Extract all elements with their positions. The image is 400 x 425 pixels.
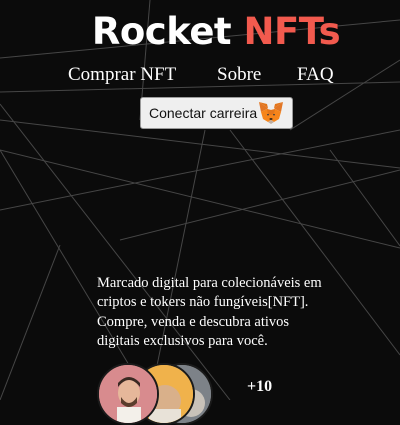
more-collectors-count: +10: [247, 378, 273, 395]
nav-item-comprar-nft[interactable]: Comprar NFT: [68, 64, 176, 86]
metamask-fox-icon: [258, 101, 284, 125]
collector-avatars: [97, 363, 247, 425]
connect-wallet-button[interactable]: Conectar carreira: [140, 97, 293, 129]
site-logo[interactable]: Rocket NFTs: [0, 10, 400, 53]
nav-item-sobre[interactable]: Sobre: [217, 64, 261, 86]
connect-wallet-label: Conectar carreira: [149, 105, 258, 121]
logo-word-rocket: Rocket: [91, 10, 232, 53]
nav-item-faq[interactable]: FAQ: [297, 64, 334, 86]
hero-description: Marcado digital para colecionáveis em cr…: [97, 274, 322, 350]
avatar: [97, 363, 159, 425]
logo-word-nfts: NFTs: [243, 10, 341, 53]
